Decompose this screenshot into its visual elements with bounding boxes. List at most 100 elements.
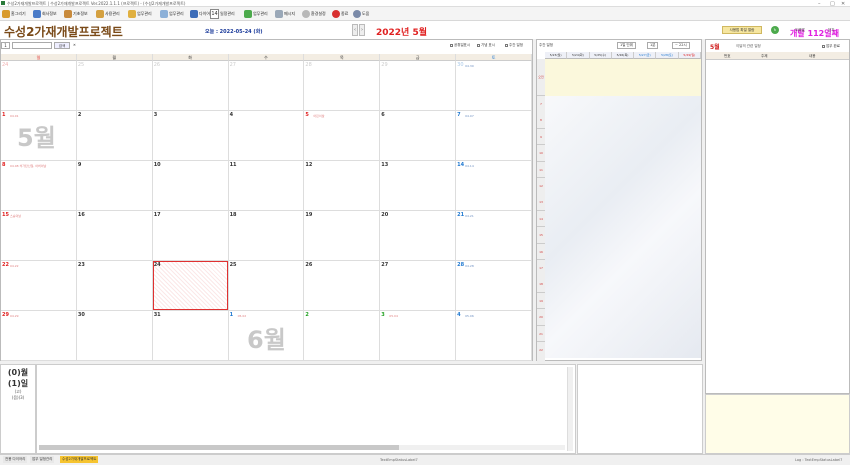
schedule-hour-label: 19 — [537, 292, 545, 310]
close-button[interactable]: 닫기 — [828, 26, 834, 34]
check-icon — [244, 10, 252, 18]
calendar-day-cell[interactable]: 8 04.08 석가탄신일, 어버이날 — [1, 161, 77, 211]
search-button[interactable]: 검색 — [54, 42, 70, 49]
calendar-day-cell[interactable]: 17 — [152, 211, 229, 261]
calendar-day-cell[interactable]: 24 — [1, 61, 77, 111]
calendar-day-cell[interactable]: 10 — [152, 161, 229, 211]
calendar-day-cell[interactable]: 9 — [76, 161, 153, 211]
calendar-day-cell[interactable]: 4 05.06 — [456, 311, 532, 361]
day-note: 04.22 — [10, 264, 19, 268]
calendar-day-cell[interactable]: 19 — [304, 211, 381, 261]
schedule-hour-label: 20 — [537, 309, 545, 326]
toolbar-schedule-button[interactable]: 14 일정관리 — [210, 9, 235, 19]
anniversary-checkbox[interactable]: 기념 표시 — [477, 43, 495, 48]
calendar-day-cell[interactable]: 2 — [304, 311, 381, 361]
day-number: 9 — [77, 162, 82, 168]
day-note: 04.14 — [465, 164, 474, 168]
end-time-select[interactable]: ~ 22시 — [672, 42, 690, 49]
schedule-hour-label: 10 — [537, 145, 545, 162]
search-input[interactable] — [12, 42, 52, 49]
schedule-label: 주간 일정 — [539, 43, 553, 47]
month-calendar: 1 검색 ✕ 공휴일표시 기념 표시 주간 일정 일 월 화 수 목 금 토 24 25 26 27… — [0, 39, 533, 361]
help-button[interactable]: 도움말 — [795, 26, 805, 34]
calendar-day-cell[interactable]: 26 — [304, 261, 381, 311]
calendar-day-cell[interactable]: 2 — [76, 111, 153, 161]
calendar-day-cell[interactable]: 3 — [152, 111, 229, 161]
calendar-day-cell[interactable]: 13 — [380, 161, 457, 211]
status-tab-diary[interactable]: 전용 다이어리 — [3, 456, 28, 463]
toolbar-message-button[interactable]: 메시지 — [275, 9, 295, 19]
calendar-day-cell[interactable]: 5 어린이날 — [304, 111, 381, 161]
next-month-button[interactable]: › — [359, 24, 365, 36]
calendar-day-cell[interactable]: 28 — [304, 61, 381, 111]
calendar-day-cell[interactable]: 16 — [76, 211, 153, 261]
toolbar-company-button[interactable]: 회사정보 — [33, 9, 57, 19]
day-number: 19 — [305, 212, 313, 218]
calendar-day-cell[interactable]: 27 — [228, 61, 305, 111]
calendar-day-cell[interactable]: 30 04.30 — [456, 61, 532, 111]
day-number: 5 — [305, 112, 309, 118]
calendar-day-cell[interactable]: 29 04.29 — [1, 311, 77, 361]
day-unit-select[interactable]: 1일 단위 — [617, 42, 636, 49]
calendar-day-cell[interactable]: 25 — [228, 261, 305, 311]
status-tab-schedule[interactable]: 업무 일정관리 — [30, 456, 55, 463]
calendar-day-cell[interactable]: 30 — [76, 311, 153, 361]
stop-icon — [332, 10, 340, 18]
calendar-day-cell[interactable]: 26 — [152, 61, 229, 111]
calendar-day-cell[interactable]: 25 — [76, 61, 153, 111]
hscroll-thumb[interactable] — [39, 445, 399, 450]
clear-icon[interactable]: ✕ — [73, 43, 76, 47]
calendar-day-cell[interactable]: 3 05.04 — [380, 311, 457, 361]
toolbar-settings-button[interactable]: 환경설정 — [302, 9, 326, 19]
calendar-day-cell[interactable]: 4 — [228, 111, 305, 161]
complete-checkbox[interactable]: 업무 완료 — [822, 44, 840, 49]
day-number: 22 — [2, 262, 9, 268]
toolbar-basic-button[interactable]: 기초정보 — [64, 9, 88, 19]
toolbar-work-button[interactable]: 업무관리 — [128, 9, 152, 19]
toolbar-work2-button[interactable]: 업무관리 — [160, 9, 184, 19]
right-memo-area[interactable] — [705, 394, 850, 454]
toolbar-home-button[interactable]: 홈그리기 — [2, 9, 26, 19]
calendar-day-cell[interactable]: 28 04.28 — [456, 261, 532, 311]
memo-textarea[interactable] — [36, 364, 576, 454]
calendar-day-cell[interactable]: 22 04.22 — [1, 261, 77, 311]
holiday-checkbox[interactable]: 공휴일표시 — [450, 43, 470, 48]
day-number: 18 — [229, 212, 237, 218]
toolbar-exit-button[interactable]: 종료 — [332, 9, 348, 19]
weekday-header: 토 — [456, 54, 532, 61]
toolbar-task-button[interactable]: 업무관리 — [244, 9, 268, 19]
calendar-day-cell[interactable]: 6 — [380, 111, 457, 161]
calendar-day-cell[interactable]: 14 04.14 — [456, 161, 532, 211]
prev-month-button[interactable]: ‹ — [352, 24, 358, 36]
calendar-day-cell[interactable]: 21 04.21 — [456, 211, 532, 261]
memo-side-panel — [577, 364, 703, 454]
project-title: 수성2가재개발프로젝트 — [4, 25, 123, 39]
memo-scrollbar[interactable] — [567, 367, 573, 451]
memo-month: (0)월 — [7, 368, 29, 377]
calendar-day-cell[interactable]: 11 — [228, 161, 305, 211]
refresh-icon[interactable]: ↻ — [771, 26, 779, 34]
weekly-schedule-checkbox[interactable]: 주간 일정 — [505, 43, 523, 48]
toolbar-help-button[interactable]: 도움 — [353, 9, 369, 19]
schedule-current-slot[interactable] — [545, 59, 701, 96]
calendar-day-cell[interactable]: 31 — [152, 311, 229, 361]
toolbar-users-button[interactable]: 사용관리 — [96, 9, 120, 19]
calendar-day-cell[interactable]: 23 — [76, 261, 153, 311]
status-tab-project[interactable]: 수성2가재개발프로젝트 — [60, 456, 99, 463]
day-number: 24 — [2, 62, 9, 68]
calendar-day-cell[interactable]: 15 스승의날 — [1, 211, 77, 261]
memo-hscroll[interactable] — [39, 445, 565, 450]
calendar-type-select[interactable]: 1 — [1, 42, 10, 49]
minute-unit-select[interactable]: 1분 — [647, 42, 659, 49]
calendar-day-cell[interactable]: 18 — [228, 211, 305, 261]
calendar-day-cell[interactable]: 20 — [380, 211, 457, 261]
calendar-icon: 14 — [210, 9, 219, 19]
calendar-day-cell[interactable]: 27 — [380, 261, 457, 311]
calendar-day-cell[interactable]: 29 — [380, 61, 457, 111]
calendar-day-cell[interactable]: 24 — [152, 261, 229, 311]
manual-button[interactable]: 사용법 파일 열람 — [722, 26, 762, 34]
calendar-day-cell[interactable]: 12 — [304, 161, 381, 211]
schedule-body[interactable] — [545, 96, 701, 358]
weekday-header: 수 — [228, 54, 305, 61]
calendar-day-cell[interactable]: 7 04.07 — [456, 111, 532, 161]
